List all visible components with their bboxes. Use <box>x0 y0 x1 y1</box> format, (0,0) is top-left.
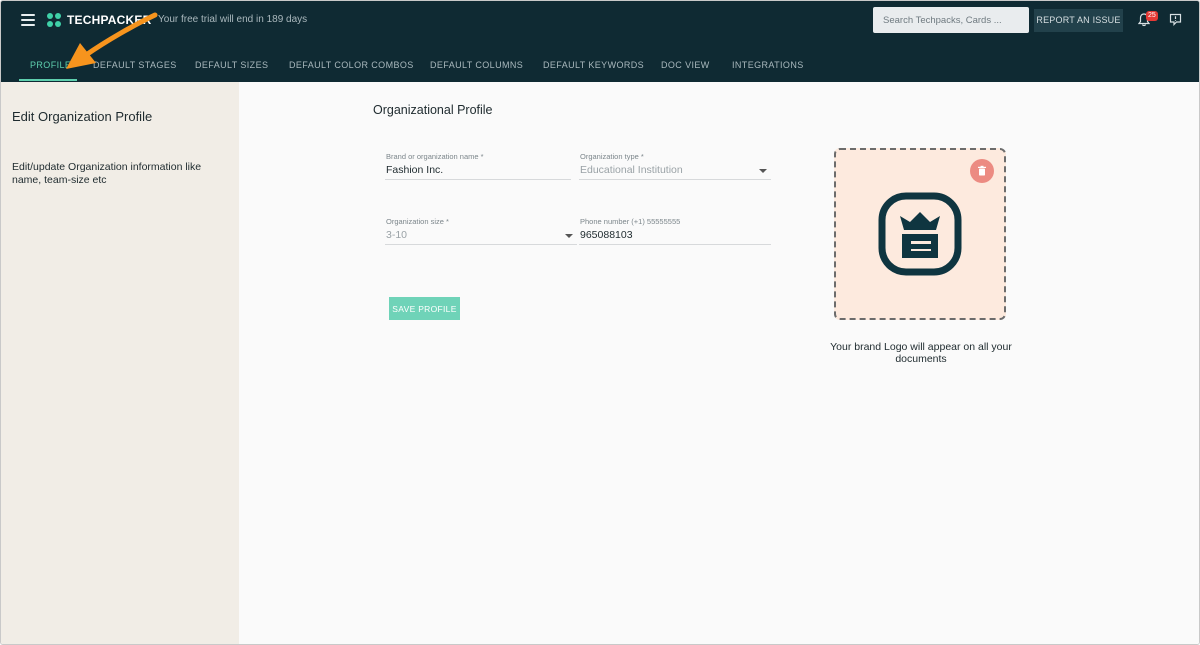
tab-default-keywords[interactable]: DEFAULT KEYWORDS <box>543 60 644 70</box>
brand-name-value[interactable]: Fashion Inc. <box>386 164 443 176</box>
organization-type-value[interactable]: Educational Institution <box>580 164 683 176</box>
tab-doc-view[interactable]: DOC VIEW <box>661 60 710 70</box>
active-tab-indicator <box>19 79 77 81</box>
search-input[interactable]: Search Techpacks, Cards ... <box>873 7 1029 33</box>
tab-integrations[interactable]: INTEGRATIONS <box>732 60 804 70</box>
app-window: TECHPACKER Your free trial will end in 1… <box>0 0 1200 645</box>
phone-number-label: Phone number (+1) 55555555 <box>580 217 681 226</box>
organization-size-label: Organization size * <box>386 217 449 226</box>
brand-name-label: Brand or organization name * <box>386 152 484 161</box>
trial-notice: Your free trial will end in 189 days <box>158 14 308 25</box>
phone-number-field[interactable]: Phone number (+1) 55555555 965088103 <box>579 217 771 245</box>
hamburger-menu-icon[interactable] <box>21 14 35 26</box>
settings-tab-bar: PROFILE DEFAULT STAGES DEFAULT SIZES DEF… <box>1 41 1199 82</box>
chevron-down-icon[interactable] <box>759 169 767 173</box>
sidebar-panel: Edit Organization Profile Edit/update Or… <box>1 82 239 644</box>
sidebar-description: Edit/update Organization information lik… <box>12 161 202 186</box>
phone-number-value[interactable]: 965088103 <box>580 229 633 241</box>
profile-form-area: Organizational Profile Brand or organiza… <box>239 82 1199 644</box>
annotation-arrow-icon <box>66 12 158 69</box>
form-title: Organizational Profile <box>373 103 493 117</box>
brand-logo-image <box>878 192 962 276</box>
report-issue-button[interactable]: REPORT AN ISSUE <box>1034 9 1123 32</box>
organization-size-value[interactable]: 3-10 <box>386 229 407 241</box>
logo-caption: Your brand Logo will appear on all your … <box>830 341 1012 365</box>
tab-default-sizes[interactable]: DEFAULT SIZES <box>195 60 268 70</box>
brand-logo-upload-area[interactable] <box>834 148 1006 320</box>
top-bar: TECHPACKER Your free trial will end in 1… <box>1 1 1199 41</box>
delete-logo-button[interactable] <box>970 159 994 183</box>
tab-default-color-combos[interactable]: DEFAULT COLOR COMBOS <box>289 60 414 70</box>
save-profile-button[interactable]: SAVE PROFILE <box>389 297 460 320</box>
sidebar-title: Edit Organization Profile <box>12 109 153 124</box>
organization-type-label: Organization type * <box>580 152 644 161</box>
tab-default-columns[interactable]: DEFAULT COLUMNS <box>430 60 523 70</box>
feedback-icon[interactable] <box>1169 13 1182 26</box>
notification-count-badge: 25 <box>1146 11 1158 21</box>
trash-icon <box>978 165 986 176</box>
chevron-down-icon[interactable] <box>565 234 573 238</box>
organization-size-select[interactable]: Organization size * 3-10 <box>385 217 577 245</box>
brand-name-field[interactable]: Brand or organization name * Fashion Inc… <box>385 152 571 180</box>
organization-type-select[interactable]: Organization type * Educational Institut… <box>579 152 771 180</box>
